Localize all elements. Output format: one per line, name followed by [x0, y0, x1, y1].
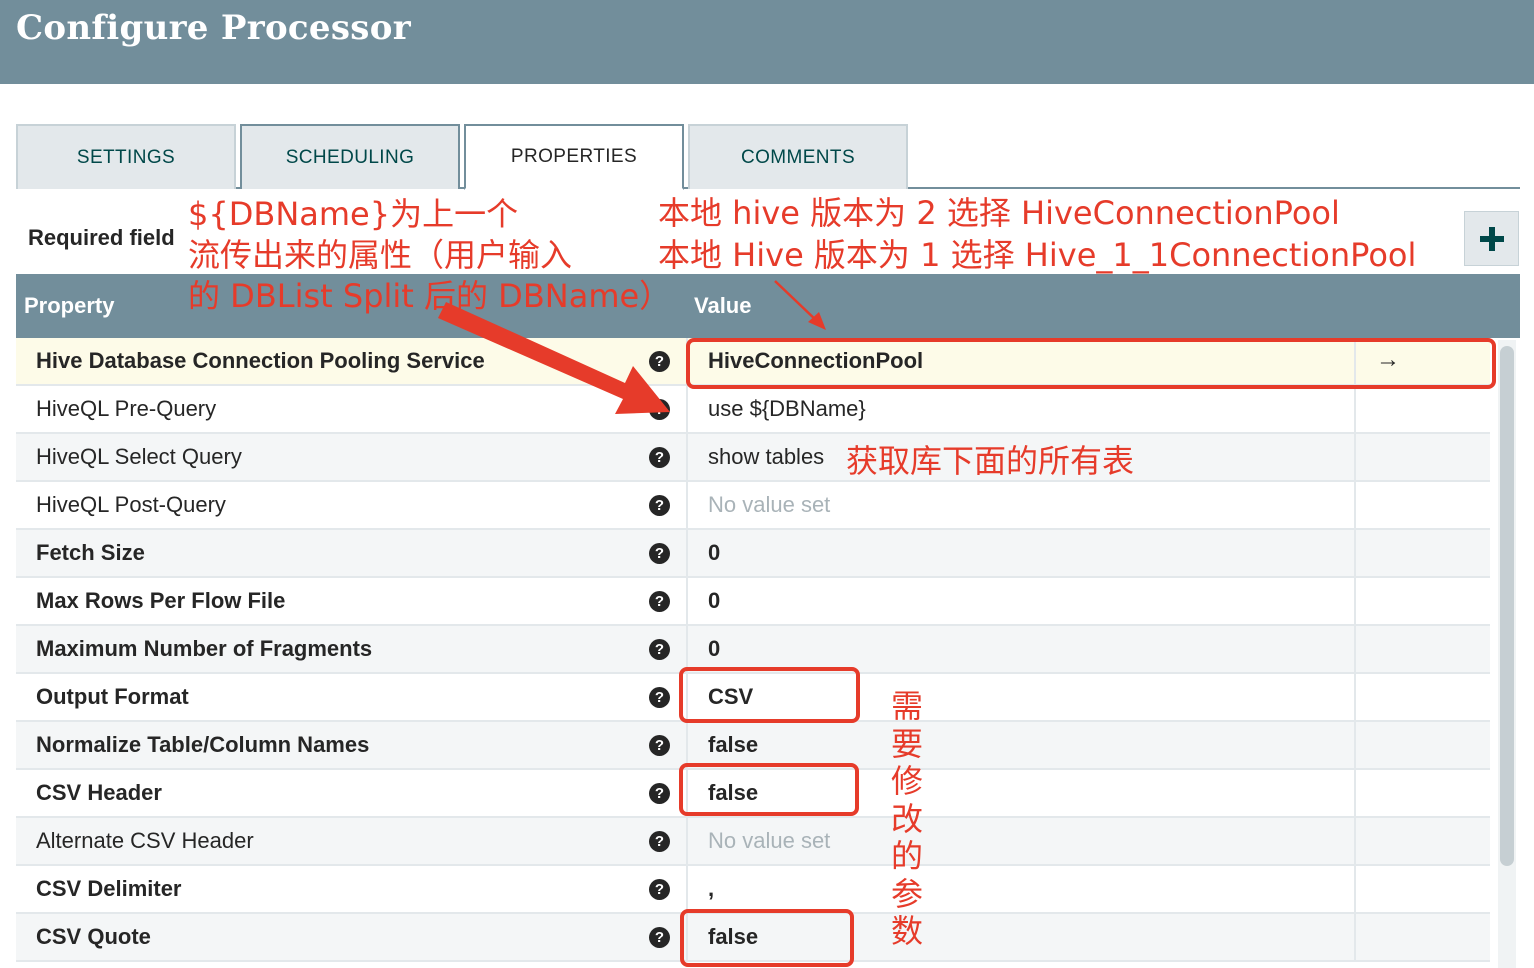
dialog-header: Configure Processor — [0, 0, 1534, 84]
table-row[interactable]: Fetch Size? 0 — [16, 530, 1490, 578]
question-circle-icon[interactable]: ? — [649, 927, 670, 948]
question-circle-icon[interactable]: ? — [649, 687, 670, 708]
property-column-header[interactable]: Property — [24, 293, 114, 319]
column-divider — [1354, 866, 1356, 914]
column-divider — [1354, 722, 1356, 770]
property-name: HiveQL Post-Query — [36, 492, 226, 517]
property-value[interactable]: No value set — [708, 492, 830, 518]
property-value[interactable]: show tables — [708, 444, 824, 470]
dialog-title: Configure Processor — [16, 8, 411, 48]
question-circle-icon[interactable]: ? — [649, 447, 670, 468]
question-circle-icon[interactable]: ? — [649, 591, 670, 612]
property-value[interactable]: No value set — [708, 828, 830, 854]
question-circle-icon[interactable]: ? — [649, 399, 670, 420]
table-row[interactable]: HiveQL Pre-Query? use ${DBName} — [16, 386, 1490, 434]
table-row[interactable]: Max Rows Per Flow File? 0 — [16, 578, 1490, 626]
annotation-modify-params-note: 需要修改的参数 — [891, 687, 924, 950]
column-divider — [686, 818, 688, 866]
add-property-button[interactable] — [1464, 211, 1519, 266]
tab-bar: SETTINGS SCHEDULING PROPERTIES COMMENTS — [16, 124, 1520, 190]
value-column-header[interactable]: Value — [694, 293, 751, 319]
property-value[interactable]: 0 — [708, 636, 720, 662]
table-row[interactable]: CSV Delimiter?, — [16, 866, 1490, 914]
property-name: HiveQL Pre-Query — [36, 396, 217, 421]
annotation-box-csv-header — [679, 763, 859, 816]
property-name: Fetch Size — [36, 540, 145, 565]
property-name: Maximum Number of Fragments — [36, 636, 373, 661]
tab-comments[interactable]: COMMENTS — [688, 124, 908, 189]
column-divider — [686, 434, 688, 482]
table-row[interactable]: HiveQL Select Query? show tables — [16, 434, 1490, 482]
question-circle-icon[interactable]: ? — [649, 639, 670, 660]
annotation-hive-line-2: 本地 Hive 版本为 1 选择 Hive_1_1ConnectionPool — [658, 236, 1417, 274]
column-divider — [1354, 386, 1356, 434]
annotation-dbname-line-3: 的 DBList Split 后的 DBName） — [188, 277, 672, 315]
column-divider — [1354, 674, 1356, 722]
tab-scheduling[interactable]: SCHEDULING — [240, 124, 460, 189]
annotation-hive-line-1: 本地 hive 版本为 2 选择 HiveConnectionPool — [658, 194, 1340, 232]
required-field-legend: Required field — [28, 225, 175, 250]
column-divider — [1354, 626, 1356, 674]
column-divider — [1354, 818, 1356, 866]
property-name: CSV Quote — [36, 924, 151, 949]
property-value[interactable]: false — [708, 732, 758, 758]
annotation-hive-version-note: 本地 hive 版本为 2 选择 HiveConnectionPool 本地 H… — [658, 192, 1416, 276]
property-name: Alternate CSV Header — [36, 828, 254, 853]
tab-settings[interactable]: SETTINGS — [16, 124, 236, 189]
annotation-box-csv-quote — [680, 909, 854, 967]
annotation-show-tables-note: 获取库下面的所有表 — [846, 442, 1135, 480]
property-name: Max Rows Per Flow File — [36, 588, 286, 613]
annotation-dbname-note: ${DBName}为上一个 流传出来的属性（用户输入 的 DBList Spli… — [188, 194, 671, 317]
annotation-dbname-line-2: 流传出来的属性（用户输入 — [188, 236, 573, 274]
column-divider — [686, 866, 688, 914]
question-circle-icon[interactable]: ? — [649, 495, 670, 516]
question-circle-icon[interactable]: ? — [649, 735, 670, 756]
question-circle-icon[interactable]: ? — [649, 351, 670, 372]
property-name: CSV Header — [36, 780, 162, 805]
property-name: HiveQL Select Query — [36, 444, 242, 469]
annotation-box-connection-pool — [686, 338, 1496, 389]
column-divider — [686, 578, 688, 626]
annotation-box-output-format — [679, 667, 860, 723]
tab-properties[interactable]: PROPERTIES — [464, 124, 684, 190]
question-circle-icon[interactable]: ? — [649, 831, 670, 852]
property-value[interactable]: use ${DBName} — [708, 396, 866, 422]
property-name: Normalize Table/Column Names — [36, 732, 370, 757]
question-circle-icon[interactable]: ? — [649, 783, 670, 804]
property-name: Output Format — [36, 684, 189, 709]
column-divider — [1354, 482, 1356, 530]
property-value[interactable]: 0 — [708, 588, 720, 614]
plus-icon — [1479, 226, 1504, 251]
question-circle-icon[interactable]: ? — [649, 879, 670, 900]
table-row[interactable]: Alternate CSV Header? No value set — [16, 818, 1490, 866]
property-name: CSV Delimiter — [36, 876, 182, 901]
question-circle-icon[interactable]: ? — [649, 543, 670, 564]
column-divider — [1354, 914, 1356, 962]
property-value[interactable]: , — [708, 876, 714, 902]
property-name: Hive Database Connection Pooling Service — [36, 348, 485, 373]
table-row[interactable]: HiveQL Post-Query? No value set — [16, 482, 1490, 530]
column-divider — [686, 530, 688, 578]
column-divider — [686, 482, 688, 530]
column-divider — [1354, 770, 1356, 818]
property-value[interactable]: 0 — [708, 540, 720, 566]
annotation-dbname-line-1: ${DBName}为上一个 — [188, 195, 519, 233]
column-divider — [1354, 434, 1356, 482]
column-divider — [1354, 578, 1356, 626]
scrollbar-thumb[interactable] — [1500, 346, 1514, 866]
column-divider — [1354, 530, 1356, 578]
column-divider — [686, 386, 688, 434]
